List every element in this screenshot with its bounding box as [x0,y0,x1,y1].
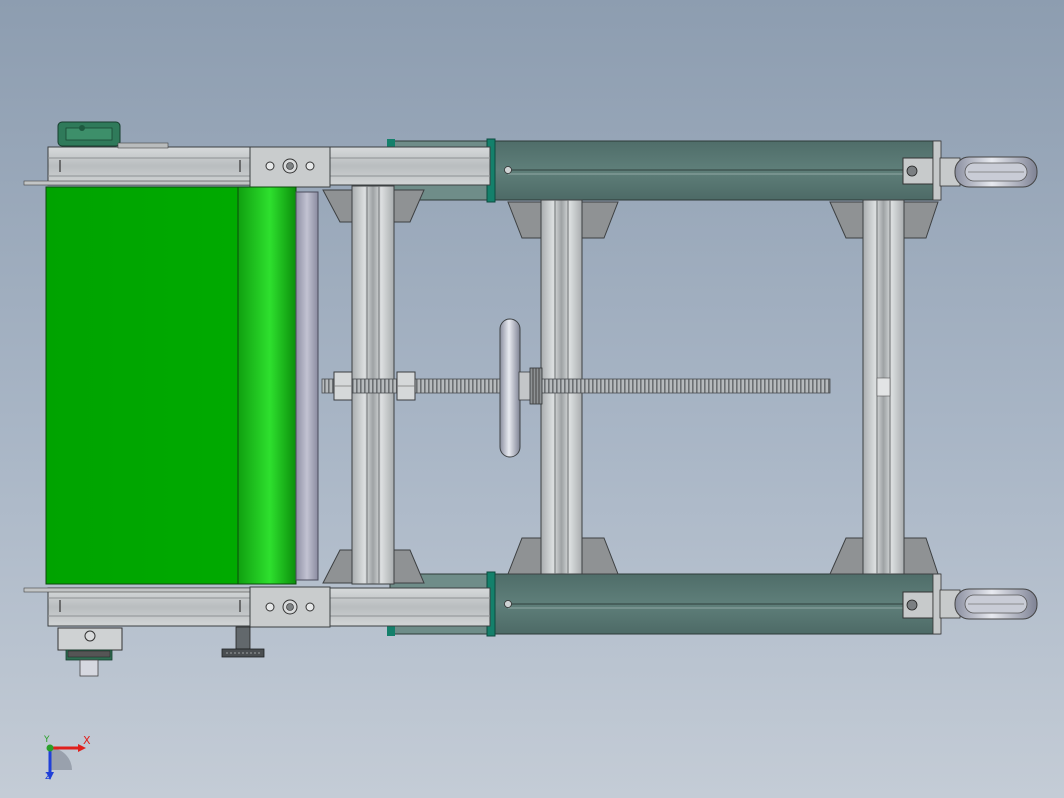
conveyor-assembly-model[interactable] [0,0,1064,798]
triad-z-label: Z [45,772,52,782]
triad-x-label: X [83,734,91,747]
right-vertical-post[interactable] [862,199,905,575]
bottom-side-rail[interactable] [23,586,491,628]
top-side-rail[interactable] [23,146,491,188]
triad-y-label: Y [44,735,50,745]
bottom-gear-unit[interactable] [57,627,123,677]
conveyor-belt[interactable] [45,186,319,585]
bottom-sprocket[interactable] [221,626,265,658]
cad-viewport[interactable]: X Y Z [0,0,1064,798]
drive-motor[interactable] [57,121,169,149]
bottom-caster-wheel[interactable] [939,588,1038,620]
top-caster-wheel[interactable] [939,156,1038,188]
hand-wheel[interactable] [499,318,543,458]
